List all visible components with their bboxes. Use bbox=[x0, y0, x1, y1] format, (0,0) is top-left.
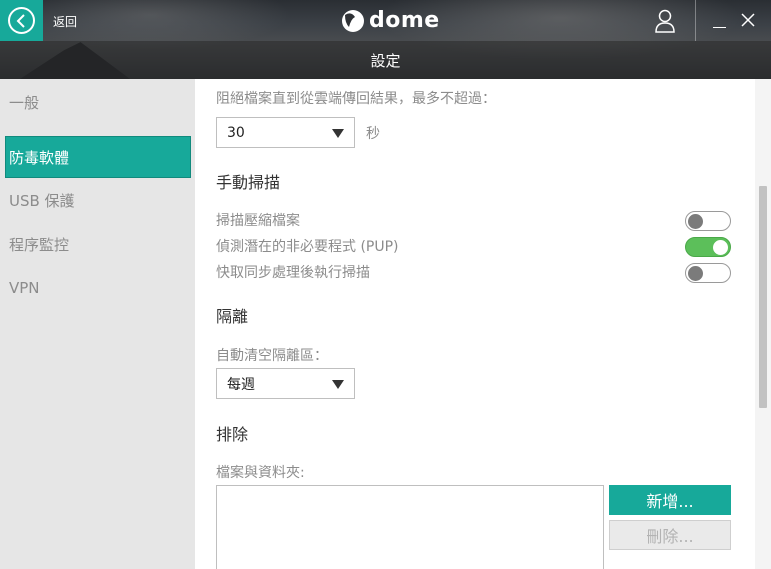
dropdown-arrow-icon bbox=[332, 380, 344, 389]
add-exclusion-button[interactable]: 新增... bbox=[609, 485, 731, 515]
exclusions-list[interactable] bbox=[216, 485, 604, 569]
block-timeout-value: 30 bbox=[227, 124, 245, 141]
sidebar: 一般 防毒軟體 USB 保護 程序監控 VPN bbox=[0, 79, 195, 569]
logo-text: dome bbox=[369, 7, 440, 33]
toggle-knob bbox=[688, 214, 703, 229]
close-icon bbox=[741, 13, 755, 27]
back-button[interactable] bbox=[0, 0, 43, 41]
toggle-knob bbox=[688, 266, 703, 281]
toggle-knob bbox=[713, 240, 728, 255]
files-folders-label: 檔案與資料夾: bbox=[216, 465, 305, 481]
detect-pup-toggle[interactable] bbox=[685, 237, 731, 257]
block-files-label: 阻絕檔案直到從雲端傳回結果，最多不超過： bbox=[216, 91, 496, 107]
sidebar-item-general[interactable]: 一般 bbox=[5, 81, 191, 123]
auto-clean-value: 每週 bbox=[227, 376, 255, 393]
minimize-button[interactable] bbox=[713, 11, 727, 31]
manual-scan-title: 手動掃描 bbox=[216, 173, 281, 192]
scan-archives-label: 掃描壓縮檔案 bbox=[216, 213, 300, 229]
user-account-button[interactable] bbox=[652, 9, 678, 33]
app-header: 返回 dome 設定 bbox=[0, 0, 771, 79]
page-title-bar: 設定 bbox=[0, 41, 771, 79]
block-timeout-unit: 秒 bbox=[366, 126, 380, 142]
settings-content: 阻絕檔案直到從雲端傳回結果，最多不超過： 30 秒 手動掃描 掃描壓縮檔案 偵測… bbox=[195, 79, 755, 569]
exclusions-title: 排除 bbox=[216, 425, 249, 444]
dropdown-arrow-icon bbox=[332, 129, 344, 138]
sidebar-item-process-monitor[interactable]: 程序監控 bbox=[5, 223, 191, 265]
page-title: 設定 bbox=[370, 51, 401, 70]
block-timeout-select[interactable]: 30 bbox=[216, 117, 355, 148]
dome-logo-icon bbox=[342, 10, 364, 32]
app-logo: dome bbox=[341, 7, 440, 33]
scan-archives-toggle[interactable] bbox=[685, 211, 731, 231]
header-divider bbox=[695, 0, 696, 41]
quarantine-title: 隔離 bbox=[216, 307, 249, 326]
auto-clean-label: 自動清空隔離區： bbox=[216, 348, 328, 364]
back-arrow-icon bbox=[8, 7, 35, 34]
auto-clean-select[interactable]: 每週 bbox=[216, 368, 355, 399]
content-scrollbar[interactable] bbox=[755, 79, 771, 569]
sidebar-item-usb-protection[interactable]: USB 保護 bbox=[5, 179, 191, 221]
back-label[interactable]: 返回 bbox=[53, 13, 77, 30]
cache-scan-toggle[interactable] bbox=[685, 263, 731, 283]
close-button[interactable] bbox=[740, 12, 756, 28]
sidebar-item-vpn[interactable]: VPN bbox=[5, 267, 191, 309]
user-icon bbox=[655, 9, 675, 33]
sidebar-item-antivirus[interactable]: 防毒軟體 bbox=[5, 136, 191, 178]
detect-pup-label: 偵測潛在的非必要程式 (PUP) bbox=[216, 239, 399, 255]
cache-scan-label: 快取同步處理後執行掃描 bbox=[216, 265, 370, 281]
delete-exclusion-button: 刪除... bbox=[609, 520, 731, 550]
scrollbar-thumb[interactable] bbox=[759, 186, 767, 408]
